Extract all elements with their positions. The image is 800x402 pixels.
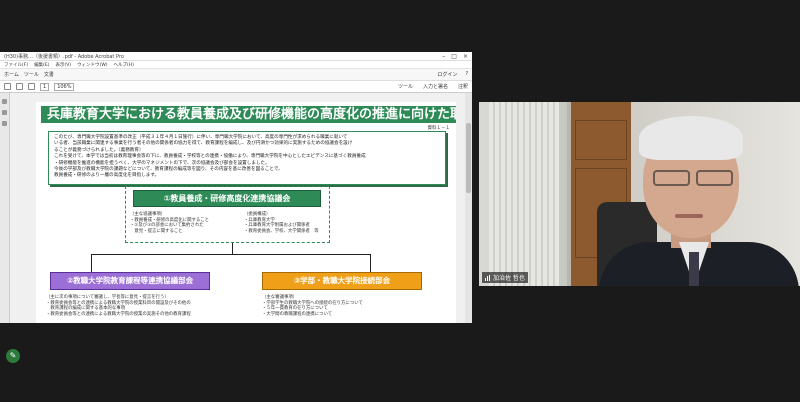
- participant-video-tile[interactable]: 加治佐 哲也: [479, 102, 800, 286]
- menu-help[interactable]: ヘルプ(H): [114, 62, 134, 68]
- comment-button[interactable]: 注釈: [458, 83, 468, 90]
- title-bar: (H30)事務…（後援書類）.pdf - Adobe Acrobat Pro –…: [0, 52, 472, 61]
- email-icon[interactable]: [28, 83, 35, 90]
- menu-view[interactable]: 表示(V): [55, 62, 71, 68]
- menu-file[interactable]: ファイル(F): [4, 62, 28, 68]
- window-controls: – □ ×: [442, 53, 468, 60]
- attachments-icon[interactable]: [2, 121, 7, 126]
- toolbar2-right: ツール 入力と署名 注釈: [398, 83, 468, 90]
- tie: [689, 252, 699, 286]
- toolbar-right: ログイン ?: [437, 71, 468, 78]
- hair: [639, 116, 743, 160]
- vertical-scrollbar[interactable]: [465, 93, 472, 323]
- document-page: 兵庫教育大学における教員養成及び研修機能の高度化の推進に向けた取組 資料１－１ …: [36, 102, 456, 323]
- acrobat-window: (H30)事務…（後援書類）.pdf - Adobe Acrobat Pro –…: [0, 52, 472, 323]
- intro-line: 教員養成・研修のより一層の高度化を目指します。: [54, 173, 160, 179]
- cabinet-door: [575, 120, 627, 160]
- participant-name: 加治佐 哲也: [493, 275, 525, 282]
- audio-level-icon: [485, 274, 490, 281]
- print-icon[interactable]: [16, 83, 23, 90]
- connector-line: [370, 254, 371, 272]
- menu-edit[interactable]: 編集(E): [34, 62, 49, 68]
- tab-document[interactable]: 文書: [44, 71, 54, 78]
- connector-line: [91, 254, 371, 255]
- fill-sign-button[interactable]: 入力と署名: [423, 83, 448, 90]
- page-number-input[interactable]: 1: [40, 82, 50, 91]
- window-title: (H30)事務…（後援書類）.pdf - Adobe Acrobat Pro: [4, 53, 124, 60]
- connector-line: [232, 243, 233, 254]
- pencil-icon: ✎: [9, 351, 17, 360]
- thumbnails-icon[interactable]: [2, 99, 7, 104]
- login-button[interactable]: ログイン: [437, 71, 457, 78]
- main-council-notes: （主な協議事項） ・教員養成・研修の高度化に関すること ・②及び③の部会において…: [130, 212, 230, 234]
- participant-name-label: 加治佐 哲也: [482, 272, 528, 283]
- note-line: ・大学間の教職課程の連携について: [262, 311, 333, 317]
- menu-window[interactable]: ウィンドウ(W): [77, 62, 107, 68]
- mouth: [675, 214, 703, 218]
- member-line: ・教育委員会、学校、大学関係者 等: [244, 228, 319, 234]
- tab-home[interactable]: ホーム: [4, 71, 19, 78]
- curriculum-council-notes: （主に次の事項について審議し、学長等に意見・提言を行う） ・教育委員会等との連携…: [46, 295, 251, 317]
- connection-council-box: ③学部・教職大学院接続部会: [262, 272, 422, 290]
- note-line: ・教育委員会等との連携による教職大学院の授業の実施その他の教育課程: [46, 311, 191, 317]
- close-icon[interactable]: ×: [463, 53, 468, 60]
- intro-box: このたび、専門職大学院設置基準の改正（平成３１年４月１日施行）に伴い、専門職大学…: [48, 131, 446, 185]
- help-icon[interactable]: ?: [465, 71, 468, 78]
- minimize-icon[interactable]: –: [442, 53, 445, 60]
- main-toolbar: ホーム ツール 文書 ログイン ?: [0, 69, 472, 81]
- scrollbar-thumb[interactable]: [466, 123, 471, 193]
- main-council-members: （委員構成） ・兵庫教育大学 ・兵庫教育大学附属および関係者 ・教育委員会、学校…: [244, 212, 334, 234]
- menu-bar: ファイル(F) 編集(E) 表示(V) ウィンドウ(W) ヘルプ(H): [0, 61, 472, 69]
- note-line: 意見・提言に関すること: [130, 228, 183, 234]
- tab-tools[interactable]: ツール: [24, 71, 39, 78]
- page-toolbar: 1 106% ツール 入力と署名 注釈: [0, 81, 472, 93]
- save-icon[interactable]: [4, 83, 11, 90]
- window-blinds: [489, 102, 559, 286]
- connection-council-notes: （主な審議事項） ・学部学生の教職大学院への接続の在り方について ・５年一貫教育…: [262, 295, 442, 317]
- annotate-button[interactable]: ✎: [6, 349, 20, 363]
- curriculum-council-box: ②教職大学院教育課程等連携協議部会: [50, 272, 210, 290]
- tools-button[interactable]: ツール: [398, 83, 413, 90]
- bookmarks-icon[interactable]: [2, 110, 7, 115]
- maximize-icon[interactable]: □: [451, 53, 457, 60]
- connector-line: [91, 254, 92, 272]
- main-council-box: ①教員養成・研修高度化連携協議会: [133, 190, 321, 207]
- zoom-level[interactable]: 106%: [54, 82, 75, 91]
- left-navigation-rail: [0, 93, 10, 323]
- document-title: 兵庫教育大学における教員養成及び研修機能の高度化の推進に向けた取組: [41, 106, 456, 123]
- glasses: [653, 170, 733, 186]
